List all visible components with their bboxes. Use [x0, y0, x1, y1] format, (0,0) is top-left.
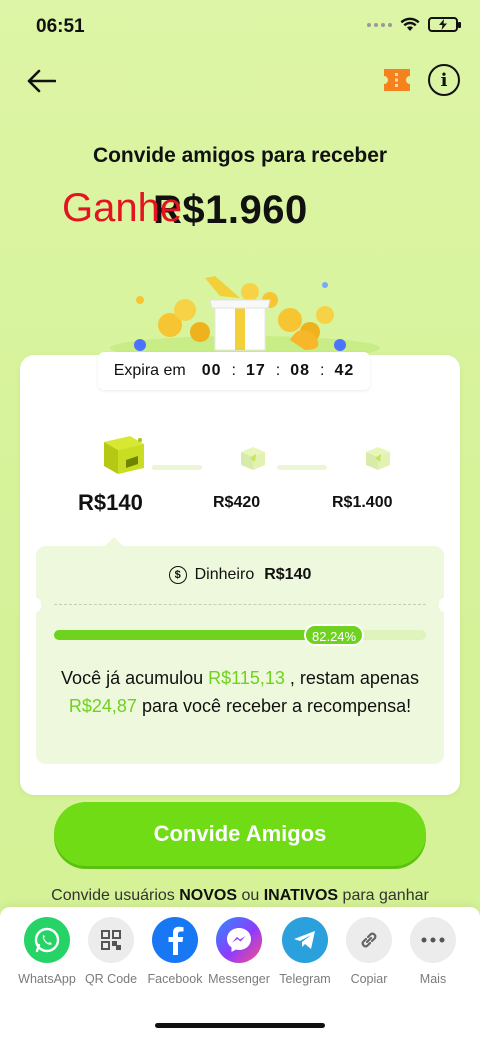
- share-qr-code-label: QR Code: [84, 972, 138, 986]
- arrow-left-icon: [27, 69, 56, 93]
- ticket-icon: [384, 69, 410, 91]
- share-telegram[interactable]: Telegram: [273, 917, 337, 986]
- divider: [54, 604, 426, 605]
- share-telegram-label: Telegram: [279, 972, 331, 986]
- messenger-icon: [216, 917, 262, 963]
- timer-hours: 00: [201, 362, 222, 379]
- expiry-timer: Expira em 00 : 17 : 08 : 42: [98, 352, 370, 390]
- milestone-1-label: R$140: [78, 490, 143, 515]
- battery-icon: [428, 17, 461, 32]
- share-whatsapp[interactable]: WhatsApp: [15, 917, 79, 986]
- timer-separator: :: [320, 362, 325, 379]
- progress-message: Você já acumulou R$115,13 , restam apena…: [61, 668, 419, 716]
- invite-note: Convide usuários NOVOS ou INATIVOS para …: [51, 887, 429, 904]
- timer-seconds: 08: [290, 362, 311, 379]
- share-messenger-label: Messenger: [208, 972, 270, 986]
- share-more[interactable]: Mais: [401, 917, 465, 986]
- gift-box-open-icon: [103, 436, 144, 474]
- page-headline: Convide amigos para receber: [92, 144, 388, 167]
- cash-reward-row: $ Dinheiro R$140: [36, 566, 444, 584]
- reward-progress-panel: $ Dinheiro R$140 82.24% Você já acumulou…: [31, 537, 449, 764]
- progress-bar: [54, 630, 426, 640]
- milestone-2[interactable]: [200, 444, 280, 477]
- wifi-icon: [400, 17, 420, 31]
- share-qr-code[interactable]: QR Code: [79, 917, 143, 986]
- milestone-track: R$140 R$420 R$1.400: [20, 430, 460, 520]
- timer-separator: :: [275, 362, 281, 379]
- invite-friends-button[interactable]: Convide Amigos: [54, 802, 426, 866]
- share-facebook-label: Facebook: [147, 972, 203, 986]
- back-button[interactable]: [24, 64, 58, 98]
- status-icons: [367, 17, 461, 32]
- telegram-icon: [282, 917, 328, 963]
- milestone-connector: [277, 465, 327, 470]
- home-indicator: [155, 1023, 325, 1028]
- share-whatsapp-label: WhatsApp: [18, 972, 76, 986]
- ganhe-overlay-text: Ganhe: [62, 186, 183, 230]
- gift-box-icon: [365, 447, 390, 470]
- status-bar: 06:51: [0, 0, 480, 56]
- milestone-3[interactable]: [325, 444, 405, 477]
- share-facebook[interactable]: Facebook: [143, 917, 207, 986]
- qr-code-icon: [88, 917, 134, 963]
- facebook-icon: [152, 917, 198, 963]
- accumulated-amount: R$115,13: [208, 668, 285, 688]
- expiry-label: Expira em: [113, 362, 186, 379]
- gift-coins-illustration: [110, 276, 380, 360]
- share-copy-link[interactable]: Copiar: [337, 917, 401, 986]
- status-time: 06:51: [36, 16, 85, 37]
- cash-label: Dinheiro: [194, 566, 255, 583]
- timer-separator: :: [231, 362, 236, 379]
- ticket-button[interactable]: [382, 66, 412, 94]
- progress-percent-badge: 82.24%: [304, 624, 365, 646]
- share-more-label: Mais: [419, 972, 447, 986]
- reward-amount-row: R$1.960 Ganhe: [0, 184, 480, 240]
- whatsapp-icon: [24, 917, 70, 963]
- milestone-1[interactable]: [70, 430, 160, 483]
- dollar-coin-icon: $: [168, 566, 187, 584]
- signal-icon: [367, 22, 392, 27]
- remaining-amount: R$24,87: [68, 696, 137, 716]
- info-button[interactable]: i: [428, 64, 460, 96]
- gift-box-icon: [240, 447, 265, 470]
- info-icon: i: [440, 69, 448, 91]
- timer-minutes: 17: [245, 362, 266, 379]
- milestone-2-label: R$420: [213, 494, 261, 511]
- milestone-3-label: R$1.400: [332, 494, 393, 511]
- share-messenger[interactable]: Messenger: [207, 917, 271, 986]
- link-icon: [346, 917, 392, 963]
- more-icon: [410, 917, 456, 963]
- share-sheet: WhatsApp QR Code Facebook Messenger Tele…: [0, 907, 480, 1038]
- share-copy-label: Copiar: [350, 972, 388, 986]
- timer-centis: 42: [334, 362, 355, 379]
- cash-amount: R$140: [264, 566, 312, 583]
